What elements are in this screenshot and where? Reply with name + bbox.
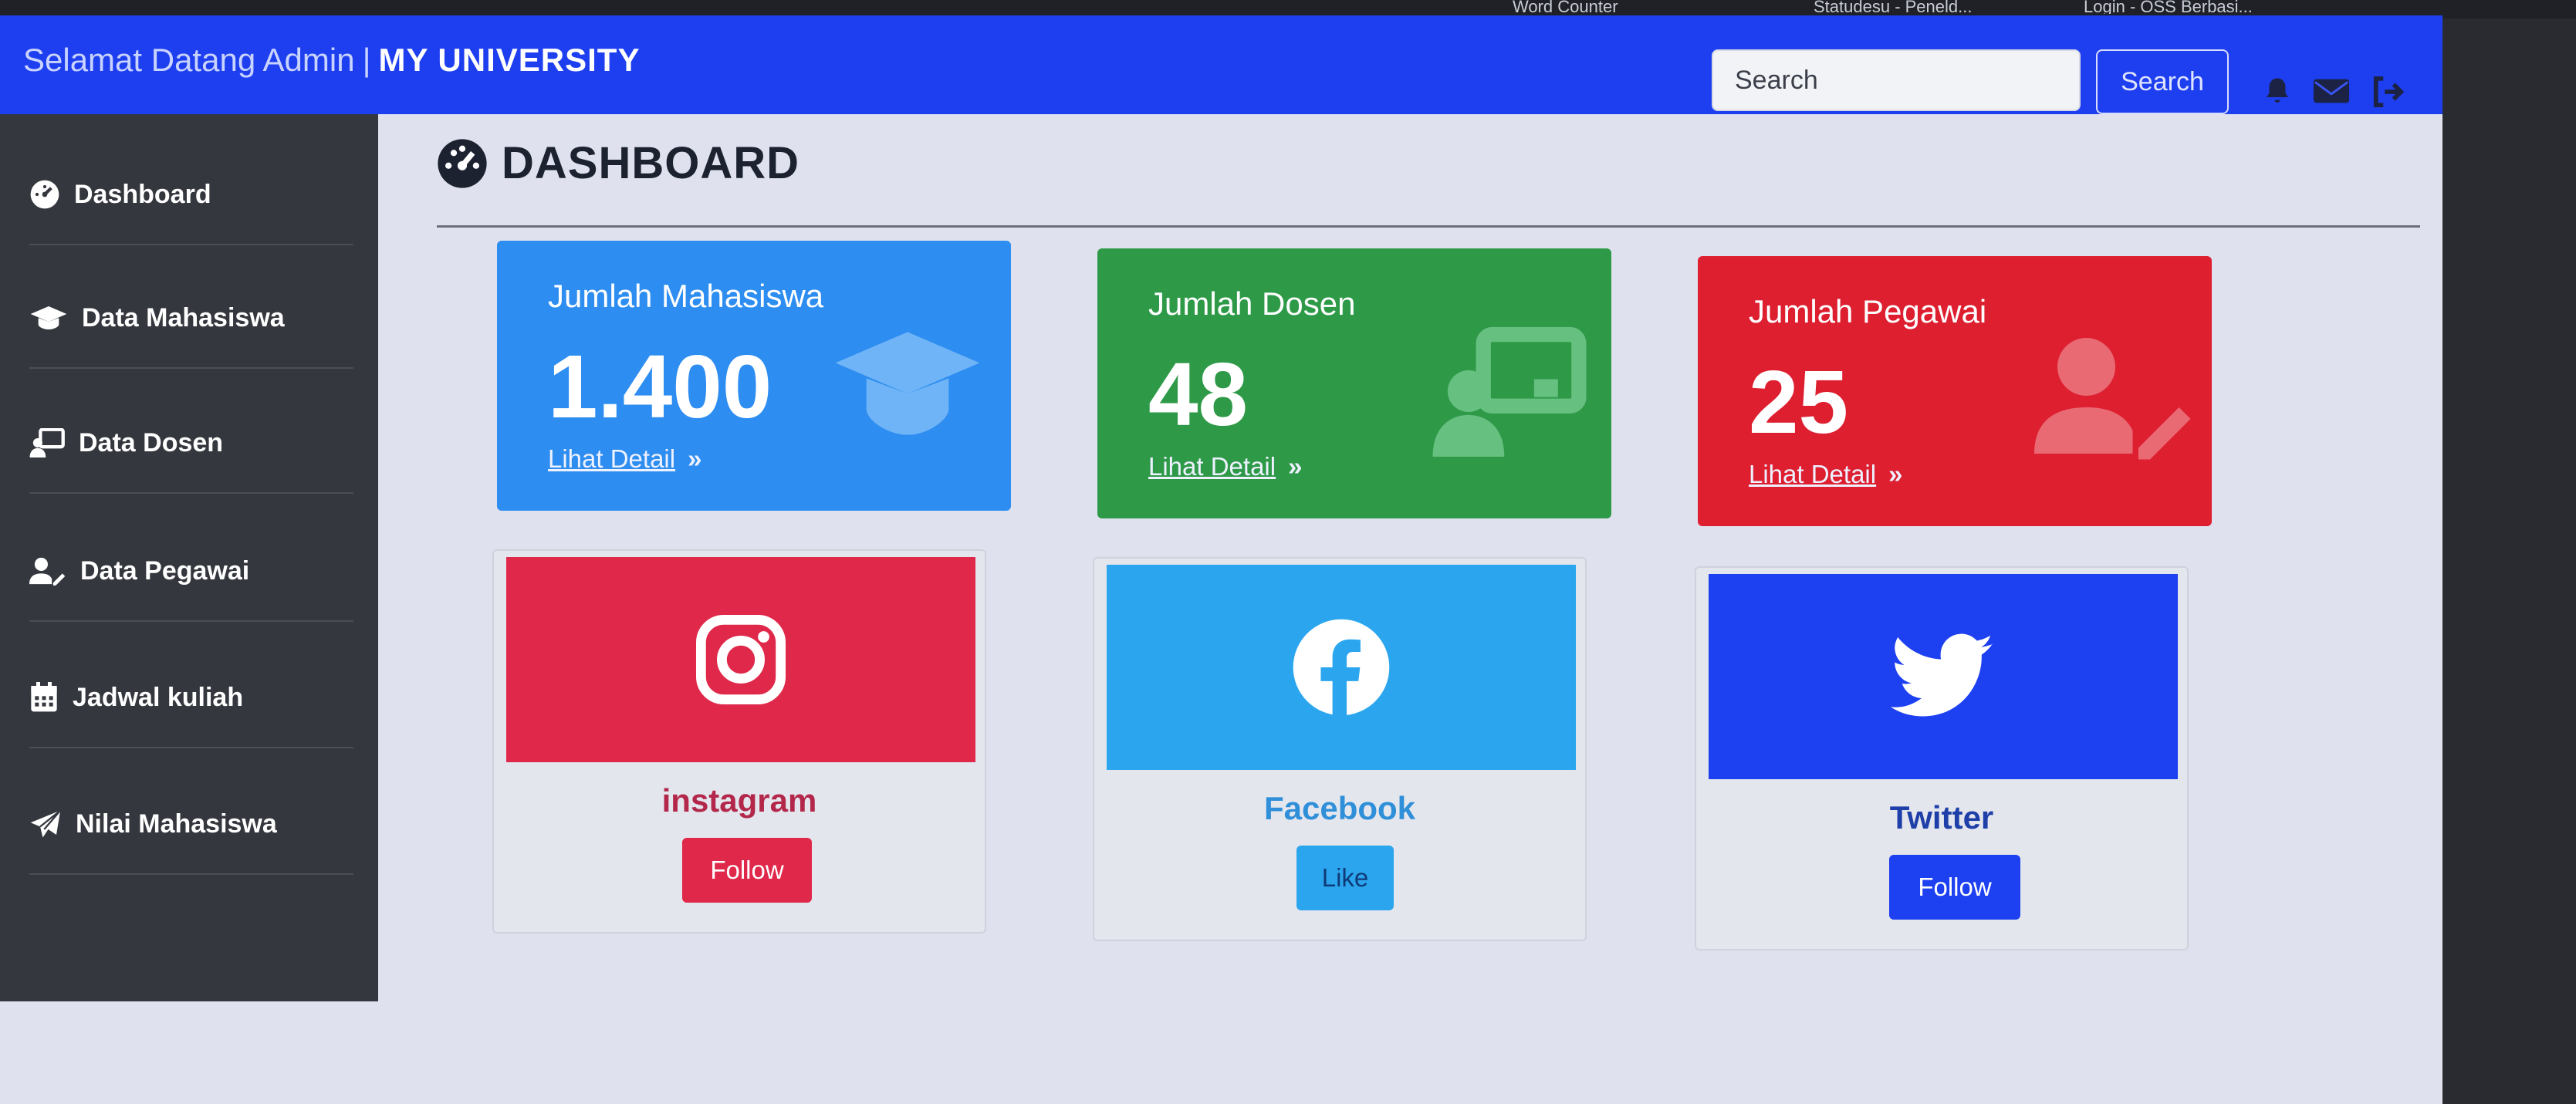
stat-label: Jumlah Pegawai	[1749, 293, 1987, 329]
stat-card-dosen: Jumlah Dosen 48 Lihat Detail »	[1097, 248, 1611, 518]
sidebar-item-label: Data Mahasiswa	[82, 302, 285, 333]
social-name: Facebook	[1263, 790, 1416, 826]
facebook-icon	[1293, 619, 1390, 717]
chalkboard-teacher-icon	[1432, 326, 1587, 457]
stat-detail-label: Lihat Detail	[548, 444, 676, 473]
sidebar-item-data-mahasiswa[interactable]: Data Mahasiswa	[29, 268, 353, 369]
stat-card-mahasiswa: Jumlah Mahasiswa 1.400 Lihat Detail »	[497, 241, 1011, 511]
sidebar-item-data-pegawai[interactable]: Data Pegawai	[29, 522, 353, 622]
brand-separator: |	[362, 42, 371, 78]
facebook-banner	[1107, 565, 1576, 770]
paper-plane-icon	[30, 809, 62, 838]
stat-label: Jumlah Mahasiswa	[548, 278, 824, 314]
sidebar-item-dashboard[interactable]: Dashboard	[29, 145, 353, 245]
title-divider	[437, 225, 2420, 228]
double-chevron-right-icon: »	[1288, 452, 1303, 481]
calendar-icon	[31, 682, 57, 712]
double-chevron-right-icon: »	[1888, 460, 1903, 488]
chalkboard-teacher-icon	[29, 428, 65, 457]
university-name: MY UNIVERSITY	[378, 42, 641, 78]
double-chevron-right-icon: »	[688, 444, 702, 473]
envelope-icon[interactable]	[2312, 76, 2351, 110]
instagram-follow-button[interactable]: Follow	[682, 838, 812, 903]
page-title-text: DASHBOARD	[502, 138, 800, 188]
stat-detail-link[interactable]: Lihat Detail »	[1749, 460, 1902, 489]
graduation-cap-icon	[835, 332, 980, 435]
sidebar-item-label: Jadwal kuliah	[73, 682, 244, 712]
twitter-banner	[1709, 574, 2178, 779]
bookmark-statudesu[interactable]: Statudesu - Peneld...	[1814, 0, 1972, 14]
bell-icon[interactable]	[2261, 76, 2294, 112]
stat-card-pegawai: Jumlah Pegawai 25 Lihat Detail »	[1698, 256, 2212, 526]
facebook-like-button[interactable]: Like	[1296, 846, 1394, 910]
search-input[interactable]	[1712, 49, 2081, 111]
sidebar-item-jadwal-kuliah[interactable]: Jadwal kuliah	[29, 648, 353, 748]
stat-value: 25	[1749, 352, 1849, 452]
social-card-facebook: Facebook Like	[1093, 557, 1587, 941]
greeting-text: Selamat Datang Admin	[23, 42, 355, 78]
instagram-icon	[695, 614, 786, 705]
sidebar-item-label: Data Dosen	[79, 427, 224, 457]
gauge-icon	[438, 138, 487, 188]
social-card-twitter: Twitter Follow	[1695, 566, 2189, 950]
social-name: Twitter	[1889, 799, 1994, 836]
sidebar-item-label: Data Pegawai	[80, 555, 250, 586]
sidebar-item-label: Dashboard	[74, 179, 211, 209]
sidebar-item-nilai-mahasiswa[interactable]: Nilai Mahasiswa	[29, 775, 353, 875]
stat-detail-label: Lihat Detail	[1749, 460, 1877, 488]
top-navbar: Selamat Datang Admin | MY UNIVERSITY Searc…	[0, 15, 2442, 114]
sidebar: Dashboard Data Mahasiswa Data Dosen Data…	[0, 114, 378, 1001]
twitter-follow-button[interactable]: Follow	[1889, 855, 2020, 920]
page-title: DASHBOARD	[437, 137, 800, 189]
twitter-icon	[1891, 633, 1993, 717]
user-edit-icon	[29, 557, 66, 586]
app-screen: Selamat Datang Admin | MY UNIVERSITY Searc…	[0, 15, 2442, 1104]
graduation-cap-icon	[30, 306, 67, 329]
sidebar-item-data-dosen[interactable]: Data Dosen	[29, 393, 353, 494]
navbar-brand[interactable]: Selamat Datang Admin | MY UNIVERSITY	[23, 42, 640, 79]
gauge-icon	[30, 180, 59, 209]
stat-value: 1.400	[548, 336, 772, 437]
main-content: DASHBOARD Jumlah Mahasiswa 1.400 Lihat D…	[394, 114, 2442, 1104]
search-button[interactable]: Search	[2096, 49, 2229, 114]
stat-value: 48	[1148, 344, 1249, 444]
stat-detail-link[interactable]: Lihat Detail »	[1148, 452, 1302, 481]
social-card-instagram: instagram Follow	[492, 549, 986, 934]
sidebar-item-label: Nilai Mahasiswa	[76, 809, 277, 839]
stat-label: Jumlah Dosen	[1148, 285, 1356, 322]
instagram-banner	[506, 557, 975, 762]
user-edit-icon	[2034, 338, 2191, 460]
bookmark-word-counter[interactable]: Word Counter	[1513, 0, 1618, 14]
logout-icon[interactable]	[2369, 76, 2406, 112]
stat-detail-link[interactable]: Lihat Detail »	[548, 444, 701, 474]
social-name: instagram	[661, 782, 817, 819]
stat-detail-label: Lihat Detail	[1148, 452, 1276, 481]
bookmark-login-oss[interactable]: Login - OSS Berbasi...	[2084, 0, 2253, 14]
